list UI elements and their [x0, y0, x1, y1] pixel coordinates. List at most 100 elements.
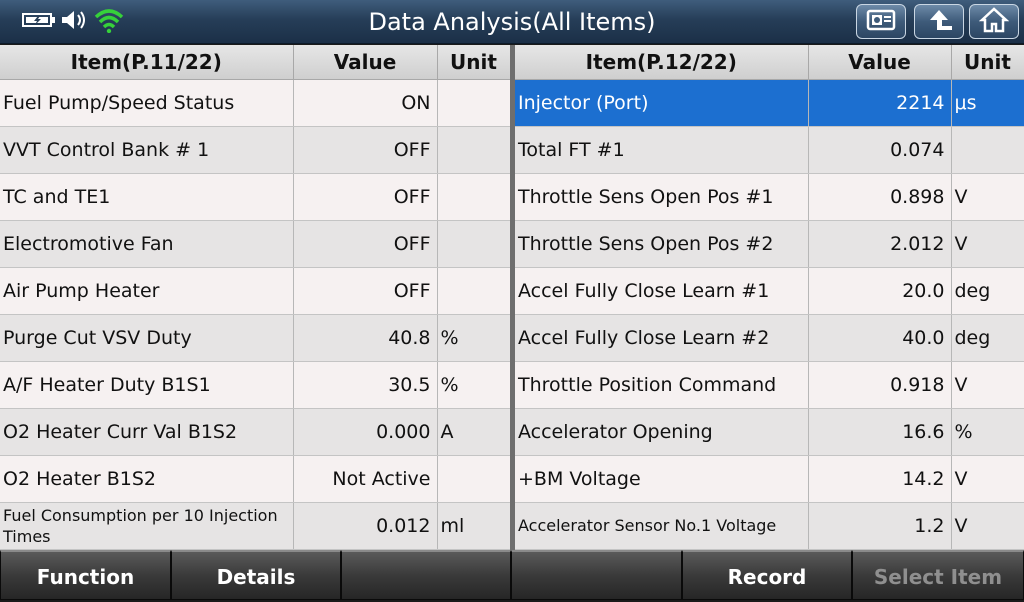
column-header-unit: Unit: [951, 45, 1024, 80]
back-icon: [924, 7, 954, 37]
table-row[interactable]: Throttle Position Command 0.918 V: [515, 361, 1024, 409]
row-item: O2 Heater Curr Val B1S2: [0, 408, 294, 456]
row-value: 0.074: [808, 126, 952, 174]
table-row[interactable]: O2 Heater B1S2 Not Active: [0, 455, 511, 503]
row-item: Fuel Consumption per 10 Injection Times: [0, 502, 294, 550]
details-button[interactable]: Details: [171, 550, 341, 600]
table-row[interactable]: Throttle Sens Open Pos #2 2.012 V: [515, 220, 1024, 268]
home-icon: [978, 6, 1010, 37]
row-value: 1.2: [808, 502, 952, 550]
row-unit: %: [437, 361, 511, 409]
row-value: Not Active: [293, 455, 438, 503]
table-row[interactable]: Total FT #1 0.074: [515, 126, 1024, 174]
row-value: 0.000: [293, 408, 438, 456]
row-unit: V: [951, 361, 1024, 409]
column-header-item: Item(P.12/22): [515, 45, 809, 80]
table-row[interactable]: Accelerator Opening 16.6%: [515, 408, 1024, 456]
row-value: 0.898: [808, 173, 952, 221]
row-item: Total FT #1: [515, 126, 809, 174]
row-value: OFF: [293, 173, 438, 221]
row-item: Accelerator Sensor No.1 Voltage: [515, 502, 809, 550]
row-unit: deg: [951, 267, 1024, 315]
row-unit: %: [951, 408, 1024, 456]
row-value: 40.0: [808, 314, 952, 362]
row-value: OFF: [293, 267, 438, 315]
row-item: Throttle Sens Open Pos #1: [515, 173, 809, 221]
column-header-value: Value: [808, 45, 952, 80]
row-value: 40.8: [293, 314, 438, 362]
row-value: 2.012: [808, 220, 952, 268]
table-row[interactable]: +BM Voltage 14.2 V: [515, 455, 1024, 503]
row-item: Accel Fully Close Learn #2: [515, 314, 809, 362]
row-item: Accel Fully Close Learn #1: [515, 267, 809, 315]
wifi-icon: [94, 7, 124, 37]
row-value: OFF: [293, 126, 438, 174]
row-unit: deg: [951, 314, 1024, 362]
table-row[interactable]: Fuel Consumption per 10 Injection Times 0…: [0, 502, 511, 550]
record-button[interactable]: Record: [682, 550, 852, 600]
select-item-button[interactable]: Select Item: [852, 550, 1024, 600]
row-value: 14.2: [808, 455, 952, 503]
table-row[interactable]: Throttle Sens Open Pos #1 0.898 V: [515, 173, 1024, 221]
table-row[interactable]: A/F Heater Duty B1S1 30.5%: [0, 361, 511, 409]
right-data-table: Item(P.12/22) Value Unit Injector (Port)…: [515, 45, 1024, 550]
title-bar: Data Analysis(All Items): [0, 0, 1024, 44]
row-item: Injector (Port): [515, 79, 809, 127]
row-item: Accelerator Opening: [515, 408, 809, 456]
battery-icon: [22, 12, 56, 32]
row-value: 20.0: [808, 267, 952, 315]
row-value: 30.5: [293, 361, 438, 409]
row-unit: V: [951, 220, 1024, 268]
row-item: Fuel Pump/Speed Status: [0, 79, 294, 127]
blank-button-2[interactable]: [511, 550, 682, 600]
table-row[interactable]: O2 Heater Curr Val B1S2 0.000 A: [0, 408, 511, 456]
table-row[interactable]: Purge Cut VSV Duty 40.8%: [0, 314, 511, 362]
row-unit: [437, 79, 511, 127]
row-item: Throttle Position Command: [515, 361, 809, 409]
column-header-unit: Unit: [437, 45, 511, 80]
table-row[interactable]: Accelerator Sensor No.1 Voltage 1.2 V: [515, 502, 1024, 550]
table-row[interactable]: Air Pump Heater OFF: [0, 267, 511, 315]
row-value: 2214: [808, 79, 952, 127]
row-unit: [437, 267, 511, 315]
row-value: 0.918: [808, 361, 952, 409]
row-item: A/F Heater Duty B1S1: [0, 361, 294, 409]
table-row[interactable]: Accel Fully Close Learn #2 40.0 deg: [515, 314, 1024, 362]
row-unit: [437, 173, 511, 221]
row-item: Electromotive Fan: [0, 220, 294, 268]
table-row[interactable]: Electromotive Fan OFF: [0, 220, 511, 268]
row-value: 0.012: [293, 502, 438, 550]
row-unit: [437, 455, 511, 503]
row-value: 16.6: [808, 408, 952, 456]
table-row[interactable]: VVT Control Bank # 1 OFF: [0, 126, 511, 174]
back-button[interactable]: [914, 4, 964, 39]
function-button[interactable]: Function: [0, 550, 171, 600]
screenshot-icon: [866, 8, 896, 36]
screenshot-button[interactable]: [856, 4, 906, 39]
left-data-table: Item(P.11/22) Value Unit Fuel Pump/Speed…: [0, 45, 511, 550]
table-row[interactable]: Fuel Pump/Speed Status ON: [0, 79, 511, 127]
row-unit: V: [951, 455, 1024, 503]
row-unit: μs: [951, 79, 1024, 127]
row-unit: [951, 126, 1024, 174]
column-header-item: Item(P.11/22): [0, 45, 294, 80]
blank-button-1[interactable]: [341, 550, 511, 600]
row-item: Throttle Sens Open Pos #2: [515, 220, 809, 268]
row-unit: V: [951, 173, 1024, 221]
row-item: O2 Heater B1S2: [0, 455, 294, 503]
row-unit: [437, 220, 511, 268]
row-unit: ml: [437, 502, 511, 550]
row-unit: %: [437, 314, 511, 362]
table-row-selected[interactable]: Injector (Port) 2214 μs: [515, 79, 1024, 127]
row-item: VVT Control Bank # 1: [0, 126, 294, 174]
row-item: +BM Voltage: [515, 455, 809, 503]
row-unit: V: [951, 502, 1024, 550]
bottom-toolbar: Function Details Record Select Item: [0, 550, 1024, 600]
home-button[interactable]: [969, 4, 1019, 39]
row-unit: A: [437, 408, 511, 456]
row-item: TC and TE1: [0, 173, 294, 221]
table-row[interactable]: TC and TE1 OFF: [0, 173, 511, 221]
column-header-value: Value: [293, 45, 438, 80]
table-row[interactable]: Accel Fully Close Learn #1 20.0 deg: [515, 267, 1024, 315]
row-value: ON: [293, 79, 438, 127]
